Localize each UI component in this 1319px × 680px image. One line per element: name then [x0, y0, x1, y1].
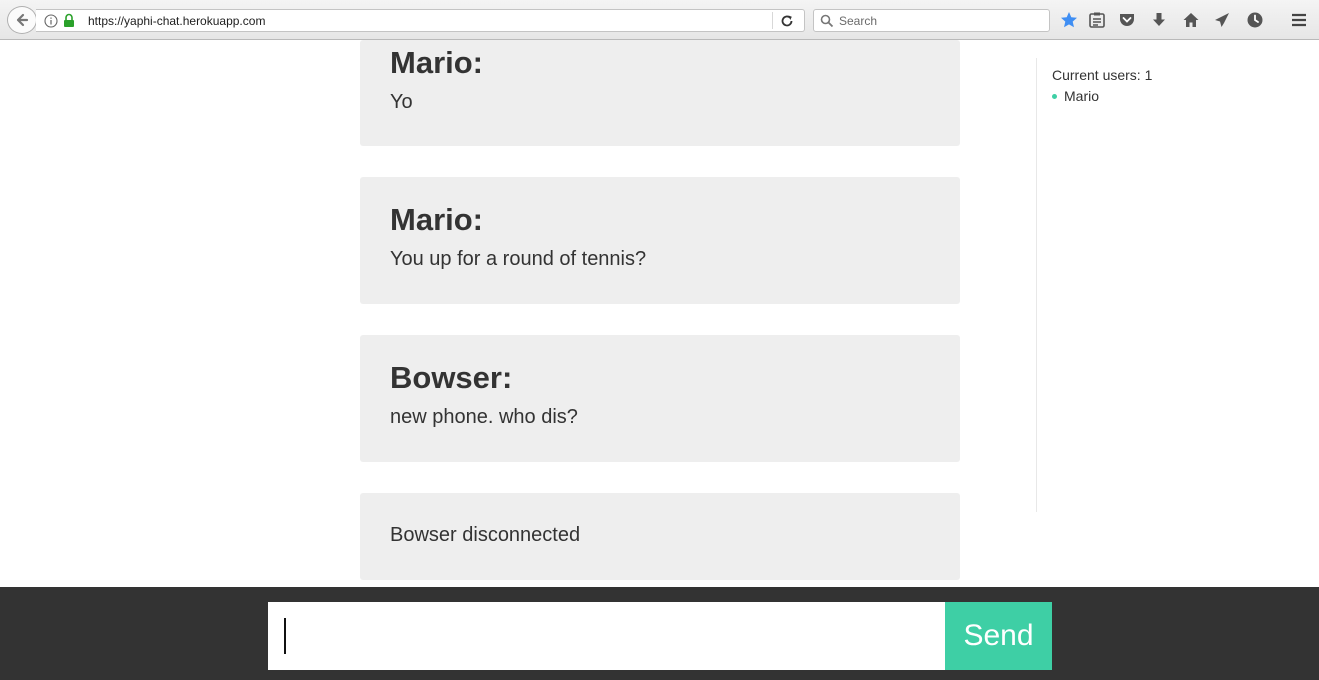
- message-card: Bowser disconnected: [360, 493, 960, 580]
- users-count: Current users: 1: [1052, 67, 1153, 83]
- send-tab-icon[interactable]: [1213, 11, 1231, 29]
- address-bar[interactable]: https://yaphi-chat.herokuapp.com: [36, 9, 805, 32]
- users-sidebar: Current users: 1 Mario: [1036, 58, 1319, 512]
- message-author: Bowser:: [390, 360, 513, 395]
- history-icon[interactable]: [1246, 11, 1264, 29]
- message-card: Mario: You up for a round of tennis?: [360, 177, 960, 304]
- message-card: Mario: Yo: [360, 40, 960, 146]
- browser-toolbar: https://yaphi-chat.herokuapp.com Search: [0, 0, 1319, 40]
- user-name: Mario: [1064, 88, 1100, 104]
- info-icon[interactable]: [44, 14, 58, 28]
- composer-bar: Send: [0, 587, 1319, 680]
- message-text: You up for a round of tennis?: [390, 248, 647, 270]
- message-text: Yo: [390, 91, 413, 113]
- online-dot-icon: [1052, 93, 1057, 99]
- search-placeholder: Search: [839, 14, 878, 28]
- url-text: https://yaphi-chat.herokuapp.com: [88, 14, 266, 28]
- message-input[interactable]: [268, 602, 945, 670]
- message-text: new phone. who dis?: [390, 406, 578, 428]
- menu-icon[interactable]: [1290, 11, 1308, 29]
- message-author: Mario:: [390, 45, 483, 80]
- search-icon: [820, 14, 834, 28]
- bookmark-star-icon[interactable]: [1060, 11, 1078, 29]
- message-card: Bowser: new phone. who dis?: [360, 335, 960, 462]
- system-message-text: Bowser disconnected: [390, 524, 581, 546]
- user-list-item: Mario: [1052, 88, 1099, 104]
- back-button[interactable]: [7, 6, 37, 34]
- url-divider: [772, 12, 773, 29]
- search-bar[interactable]: Search: [813, 9, 1050, 32]
- send-button[interactable]: Send: [945, 602, 1052, 670]
- reading-list-icon[interactable]: [1088, 11, 1106, 29]
- text-caret: [284, 618, 286, 654]
- back-arrow-icon: [16, 13, 29, 27]
- message-author: Mario:: [390, 202, 483, 237]
- home-icon[interactable]: [1182, 11, 1200, 29]
- reload-icon[interactable]: [780, 14, 794, 28]
- download-icon[interactable]: [1150, 11, 1168, 29]
- pocket-icon[interactable]: [1118, 11, 1136, 29]
- lock-icon: [64, 13, 74, 27]
